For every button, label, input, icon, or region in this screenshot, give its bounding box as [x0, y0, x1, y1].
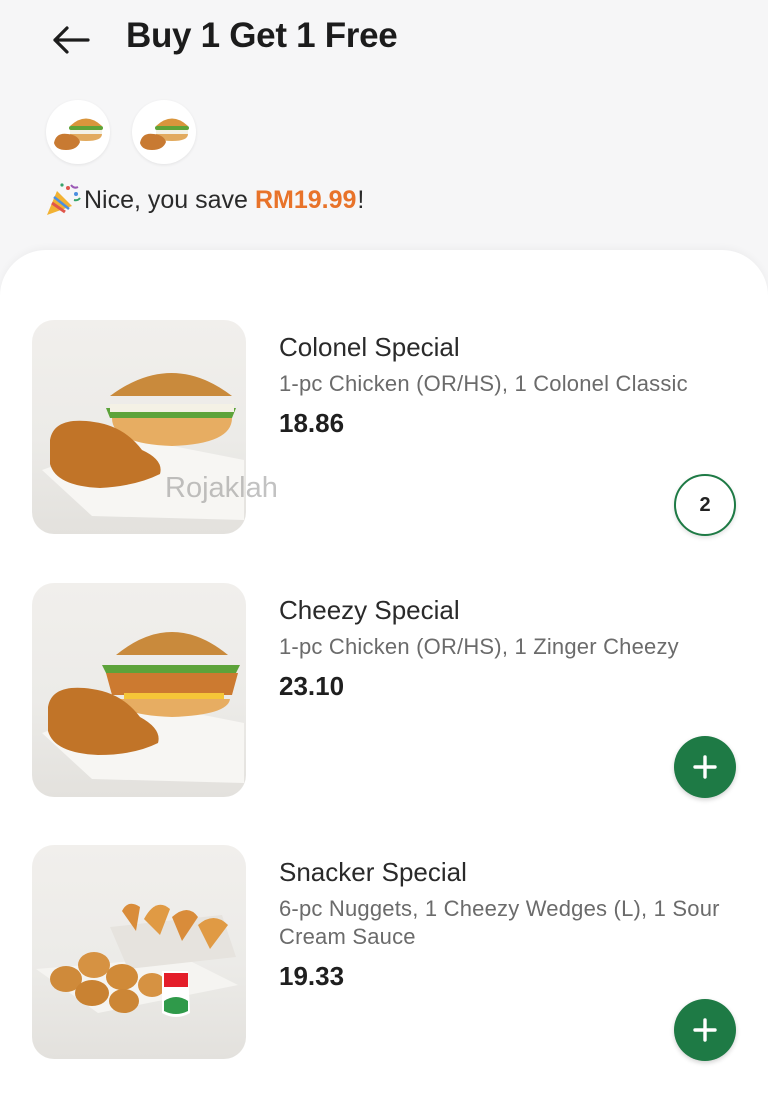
product-name: Snacker Special — [279, 857, 467, 887]
savings-prefix: Nice, you save — [84, 185, 248, 214]
savings-suffix: ! — [357, 185, 365, 214]
add-button[interactable] — [674, 999, 736, 1061]
selected-items-thumbnails — [46, 100, 196, 164]
product-price: 23.10 — [279, 671, 345, 701]
selected-item-thumbnail[interactable] — [46, 100, 110, 164]
savings-amount: RM19.99 — [254, 185, 357, 214]
product-item[interactable]: Colonel Special 1-pc Chicken (OR/HS), 1 … — [0, 320, 768, 540]
combo-burger-chicken-icon — [140, 118, 189, 150]
quantity-value: 2 — [699, 493, 711, 516]
add-button[interactable] — [674, 736, 736, 798]
product-name: Colonel Special — [279, 332, 460, 362]
combo-burger-chicken-icon — [54, 118, 103, 150]
plus-icon — [693, 1018, 717, 1042]
product-name: Cheezy Special — [279, 595, 460, 625]
savings-message: Nice, you save RM19.99 ! — [44, 182, 364, 218]
back-button[interactable] — [48, 18, 92, 62]
product-price: 18.86 — [279, 408, 345, 438]
app-header: Buy 1 Get 1 Free — [0, 0, 768, 80]
selected-item-thumbnail[interactable] — [132, 100, 196, 164]
page-title: Buy 1 Get 1 Free — [126, 16, 398, 55]
product-description: 6-pc Nuggets, 1 Cheezy Wedges (L), 1 Sou… — [279, 896, 720, 949]
plus-icon — [693, 755, 717, 779]
product-price: 19.33 — [279, 961, 345, 991]
page: Buy 1 Get 1 Free Nice, you save RM19.99 … — [0, 0, 768, 1098]
product-image — [32, 583, 246, 797]
product-item[interactable]: Cheezy Special 1-pc Chicken (OR/HS), 1 Z… — [0, 583, 768, 803]
product-item[interactable]: Snacker Special 6-pc Nuggets, 1 Cheezy W… — [0, 845, 768, 1065]
product-image — [32, 845, 246, 1059]
party-popper-icon — [47, 183, 81, 215]
quantity-button[interactable]: 2 — [674, 474, 736, 536]
arrow-left-icon — [53, 26, 90, 54]
watermark-text: Rojaklah — [165, 472, 278, 504]
product-description: 1-pc Chicken (OR/HS), 1 Zinger Cheezy — [279, 634, 679, 659]
product-description: 1-pc Chicken (OR/HS), 1 Colonel Classic — [279, 371, 688, 396]
